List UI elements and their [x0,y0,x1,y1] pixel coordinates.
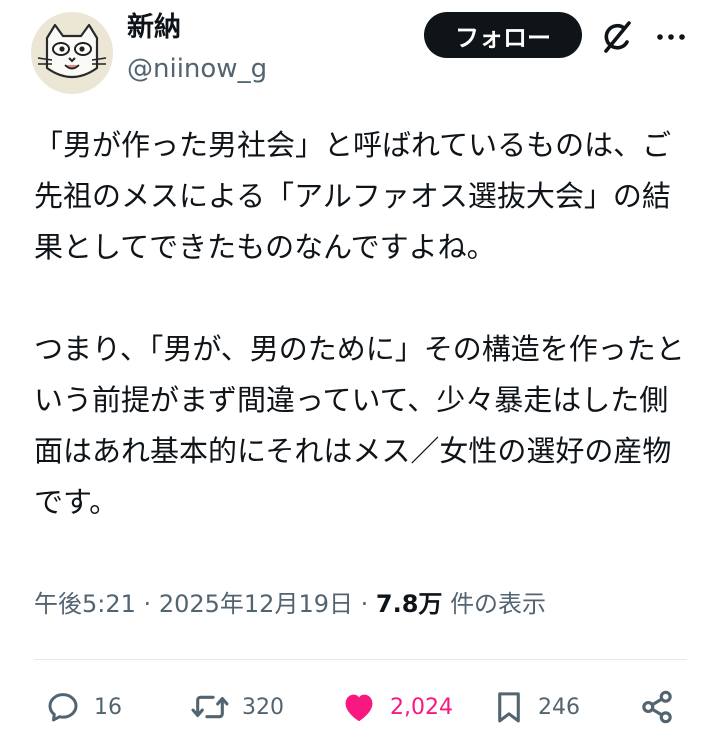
views-label: 件の表示 [450,590,547,618]
repost-count: 320 [242,694,284,720]
bookmark-count: 246 [538,694,580,720]
post-date[interactable]: 2025年12月19日 [159,590,353,618]
repost-button[interactable]: 320 [190,687,284,727]
views-count: 7.8万 [375,590,443,618]
follow-button[interactable]: フォロー [424,12,582,58]
like-count: 2,024 [390,694,453,720]
post-meta: 午後5:21 · 2025年12月19日 · 7.8万 件の表示 [34,586,546,622]
cat-face-avatar-icon [31,12,113,94]
heart-icon [345,694,373,722]
reply-button[interactable]: 16 [44,687,122,727]
author-handle[interactable]: @niinow_g [127,51,267,87]
author-display-name[interactable]: 新納 [127,10,181,46]
bookmark-button[interactable]: 246 [492,687,580,727]
share-icon [642,690,672,724]
divider [34,659,687,660]
reply-count: 16 [94,694,122,720]
post-paragraph: 「男が作った男社会」と呼ばれているものは、ご先祖のメスによる「アルファオス選抜大… [34,128,672,264]
repost-icon [191,695,229,719]
post-text: 「男が作った男社会」と呼ばれているものは、ご先祖のメスによる「アルファオス選抜大… [34,120,694,528]
avatar[interactable] [31,12,113,94]
more-icon[interactable] [652,18,690,56]
post-paragraph: つまり、「男が、男のために」その構造を作ったという前提がまず間違っていて、少々暴… [34,332,685,519]
reply-icon [48,693,78,722]
meta-separator: · [360,590,369,618]
share-button[interactable] [638,687,676,727]
grok-icon[interactable] [598,18,636,56]
bookmark-icon [498,692,520,723]
meta-separator: · [143,590,152,618]
post-time[interactable]: 午後5:21 [34,590,136,618]
like-button[interactable]: 2,024 [340,687,453,727]
